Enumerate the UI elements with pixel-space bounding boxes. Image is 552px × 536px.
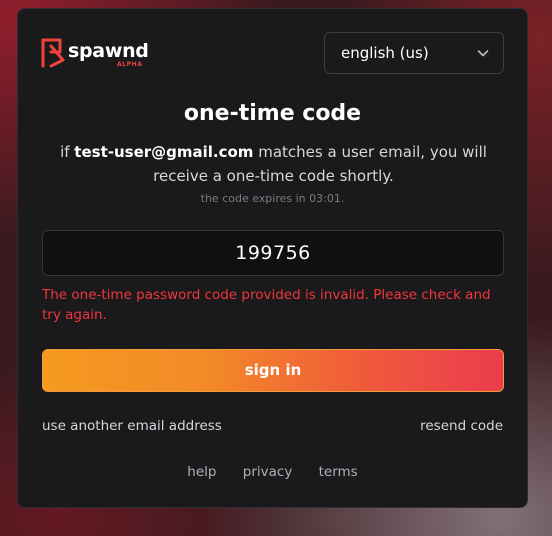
instruction-prefix: if <box>60 143 70 161</box>
help-link[interactable]: help <box>187 464 216 480</box>
spawnd-logo: spawnd ALPHA <box>40 38 150 72</box>
resend-code-link[interactable]: resend code <box>420 418 503 434</box>
error-message: The one-time password code provided is i… <box>42 287 491 323</box>
language-select[interactable]: english (us) <box>324 32 504 74</box>
terms-link[interactable]: terms <box>319 464 358 480</box>
chevron-down-icon <box>477 50 489 57</box>
login-card: spawnd ALPHA english (us) one-time code … <box>17 8 528 508</box>
user-email: test-user@gmail.com <box>74 143 254 161</box>
one-time-code-input[interactable] <box>42 230 504 276</box>
language-select-value: english (us) <box>341 44 429 62</box>
brand-name: spawnd <box>68 40 149 62</box>
privacy-link[interactable]: privacy <box>243 464 293 480</box>
code-expiry-text: the code expires in 03:01. <box>200 192 345 205</box>
use-another-email-link[interactable]: use another email address <box>42 418 222 434</box>
page-title: one-time code <box>183 101 362 126</box>
instruction-text: if test-user@gmail.com matches a user em… <box>48 140 499 188</box>
sign-in-button[interactable]: sign in <box>42 349 504 392</box>
spawnd-logo-mark-icon <box>41 38 65 68</box>
footer-links: help privacy terms <box>18 464 527 480</box>
brand-tag: ALPHA <box>117 61 143 68</box>
